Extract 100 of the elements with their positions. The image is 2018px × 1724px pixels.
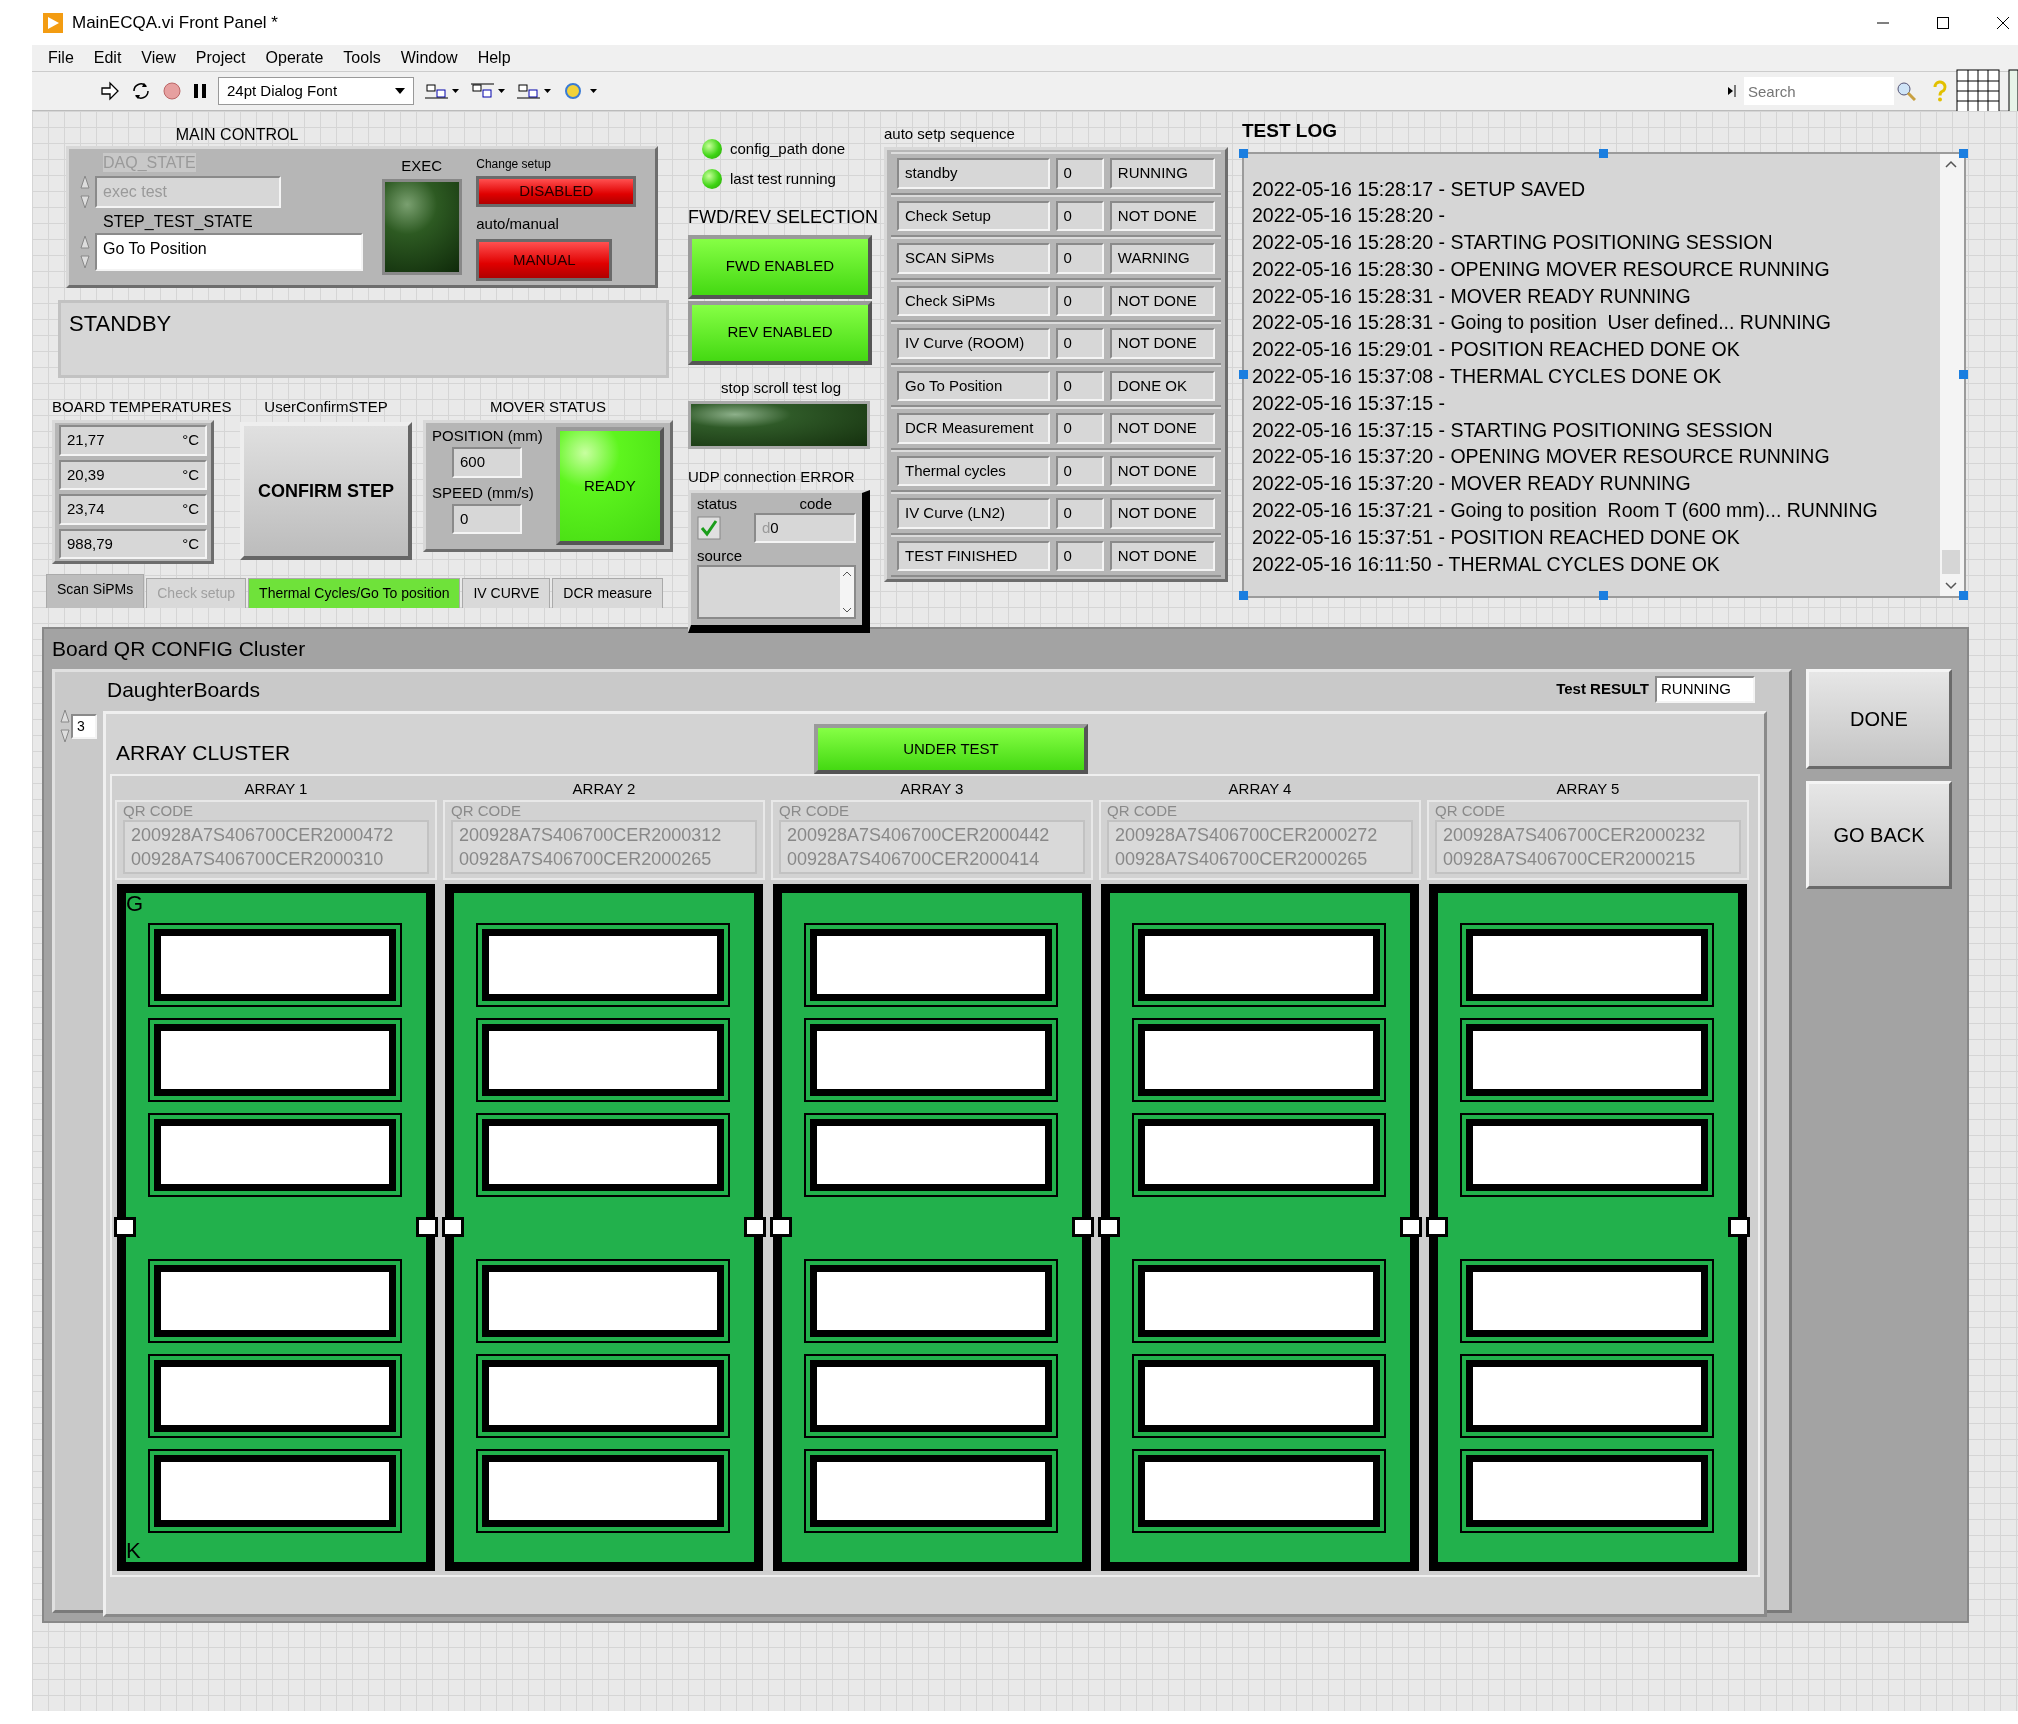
selection-handle[interactable] — [1599, 148, 1608, 158]
confirm-step-button[interactable]: CONFIRM STEP — [240, 422, 412, 561]
step-name: IV Curve (LN2) — [897, 498, 1050, 529]
field-label: STEP_TEST_STATE — [103, 212, 254, 232]
step-name: IV Curve (ROOM) — [897, 328, 1050, 359]
step-result: WARNING — [1109, 243, 1215, 274]
menu-item[interactable]: View — [131, 46, 186, 70]
search-icon[interactable] — [1896, 81, 1916, 101]
tab[interactable]: Thermal Cycles/Go To position — [248, 578, 461, 609]
stop-scroll-button[interactable] — [688, 400, 870, 449]
selection-handle[interactable] — [1239, 590, 1248, 600]
section-label: BOARD TEMPERATURES — [52, 398, 230, 417]
log-line: 2022-05-16 15:37:21 - Going to position Room T (600 mm)... RUNNING — [1252, 498, 1879, 524]
reorder-icon[interactable] — [562, 81, 598, 101]
index-control[interactable]: 3 — [59, 709, 97, 743]
log-line: 2022-05-16 15:28:20 - STARTING POSITIONING SESSION — [1252, 230, 1774, 256]
temperature-value: 23,74 — [67, 499, 105, 520]
position-field: 600 — [452, 447, 522, 478]
menu-item[interactable]: Edit — [83, 46, 132, 70]
search-field[interactable]: Search — [1744, 77, 1894, 105]
menu-item[interactable]: Project — [185, 46, 256, 70]
menu-item[interactable]: Operate — [255, 46, 334, 70]
step-count: 0 — [1055, 413, 1104, 444]
log-line: 2022-05-16 15:37:20 - MOVER READY RUNNING — [1252, 471, 1692, 497]
unit-label: °C — [182, 499, 199, 520]
array-label: ARRAY 1 — [244, 780, 308, 798]
unit-label: °C — [182, 430, 199, 451]
action-button[interactable]: DONE — [1806, 668, 1952, 769]
abort-icon[interactable] — [162, 81, 182, 101]
step-count: 0 — [1055, 370, 1104, 401]
panel-label: MAIN CONTROL — [174, 125, 300, 145]
close-icon[interactable] — [1996, 15, 2010, 30]
selection-handle[interactable] — [1959, 369, 1968, 379]
selection-handle[interactable] — [1599, 590, 1608, 600]
qr-code-text: 200928A7S406700CER2000472 — [131, 824, 395, 847]
array-label: ARRAY 5 — [1556, 780, 1620, 798]
temperature-value: 21,77 — [67, 430, 105, 451]
manual-toggle-button[interactable]: MANUAL — [476, 239, 613, 282]
scroll-thumb[interactable] — [1942, 549, 1960, 574]
qr-code-text: 200928A7S406700CER2000272 — [1115, 824, 1379, 847]
menu-item[interactable]: File — [38, 46, 84, 70]
run-continuously-icon[interactable] — [130, 81, 152, 101]
action-button[interactable]: GO BACK — [1806, 780, 1952, 889]
menu-item[interactable]: Tools — [333, 46, 391, 70]
step-count: 0 — [1055, 158, 1104, 189]
selection-handle[interactable] — [1959, 148, 1968, 158]
array-label: ARRAY 4 — [1228, 780, 1292, 798]
scrollbar-drawing[interactable] — [840, 567, 854, 618]
step-count: 0 — [1055, 328, 1104, 359]
log-line: 2022-05-16 15:37:08 - THERMAL CYCLES DONE OK — [1252, 364, 1723, 390]
font-dropdown[interactable]: 24pt Dialog Font — [218, 77, 414, 105]
qr-code-text: 200928A7S406700CER2000232 — [1443, 824, 1707, 847]
selection-handle[interactable] — [1239, 148, 1248, 158]
speed-field: 0 — [452, 503, 522, 535]
selection-handle[interactable] — [1239, 369, 1248, 379]
tab[interactable]: DCR measure — [552, 578, 664, 609]
button-label: auto/manual — [476, 215, 560, 234]
qr-code-text: 200928A7S406700CER2000442 — [787, 824, 1051, 847]
distribute-objects-icon[interactable] — [470, 81, 506, 101]
scroll-down-icon[interactable] — [1942, 579, 1960, 592]
qr-code-text: 00928A7S406700CER2000265 — [1115, 848, 1369, 871]
field-label: status — [697, 494, 738, 513]
connector-pane-icon[interactable] — [1956, 69, 2000, 113]
log-line: 2022-05-16 15:28:31 - Going to position User defined... RUNNING — [1252, 310, 1832, 336]
menu-item[interactable]: Help — [467, 46, 521, 70]
step-name: SCAN SiPMs — [897, 243, 1050, 274]
step-name: DCR Measurement — [897, 413, 1050, 444]
field-label: QR CODE — [779, 802, 850, 820]
log-line: 2022-05-16 15:28:20 - — [1252, 203, 1446, 229]
field-label: Test RESULT — [1556, 680, 1649, 699]
source-field[interactable] — [697, 565, 856, 620]
selection-handle[interactable] — [1959, 590, 1968, 600]
button-label: stop scroll test log — [719, 378, 843, 397]
indicator-label: last test running — [730, 170, 836, 188]
step-result: NOT DONE — [1109, 455, 1215, 486]
tab[interactable]: Scan SiPMs — [46, 574, 145, 609]
maximize-icon[interactable] — [1936, 15, 1950, 30]
step-result: NOT DONE — [1109, 285, 1215, 316]
toggle-button[interactable]: REV ENABLED — [688, 300, 872, 365]
section-label: TEST LOG — [1242, 119, 1338, 143]
vi-icon[interactable] — [2008, 69, 2018, 113]
field-label: QR CODE — [1107, 802, 1178, 820]
resize-objects-icon[interactable] — [516, 81, 552, 101]
menu-item[interactable]: Window — [390, 46, 468, 70]
toggle-button[interactable]: FWD ENABLED — [688, 234, 872, 299]
qr-code-text: 00928A7S406700CER2000310 — [131, 848, 385, 871]
index-value: 3 — [71, 713, 97, 739]
qr-code-text: 00928A7S406700CER2000265 — [459, 848, 713, 871]
step-count: 0 — [1055, 200, 1104, 231]
expand-icon[interactable] — [1728, 85, 1736, 97]
run-arrow-icon[interactable] — [100, 81, 120, 101]
step-name: Thermal cycles — [897, 455, 1050, 486]
step-count: 0 — [1055, 285, 1104, 316]
field-label: code — [799, 494, 832, 513]
text-field[interactable]: Go To Position — [95, 232, 363, 271]
align-objects-icon[interactable] — [424, 81, 460, 101]
corner-label: K — [126, 1540, 141, 1562]
log-line: 2022-05-16 15:37:15 - STARTING POSITIONING SESSION — [1252, 417, 1774, 443]
tab[interactable]: IV CURVE — [462, 578, 551, 609]
pause-icon[interactable] — [192, 82, 208, 100]
